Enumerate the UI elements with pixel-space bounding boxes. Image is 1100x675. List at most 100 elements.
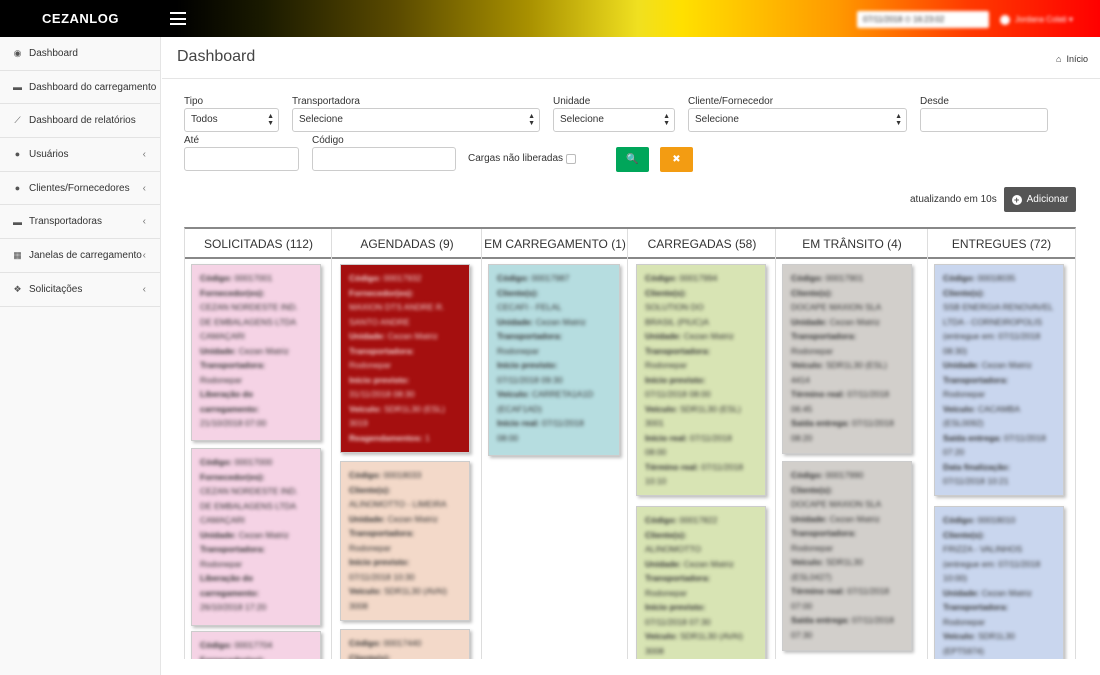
load-card[interactable]: Código: 00018033 Cliente(s): ALINOMOTTO - … [340,461,470,621]
sidebar-item-label: Solicitações [29,283,83,295]
card-field-value: ALINOMOTTO - LIMEIRA [349,499,447,509]
card-line: BRASIL (PIUC)A [645,315,757,330]
card-line: Cliente(s): [349,483,461,498]
unidade-select[interactable]: Selecione ▲ ▼ [553,108,675,132]
load-card[interactable]: Código: 00017901 Cliente(s): DOCAPE MAXION… [782,264,912,454]
card-field-value: Cezan Matriz [683,331,734,341]
codigo-input[interactable] [312,147,456,171]
card-field-value: 3019 [349,418,368,428]
brand-logo[interactable]: CEZANLOG [0,0,161,37]
clear-button[interactable]: ✖ [660,147,693,172]
card-field-label: Cliente(s): [943,529,985,540]
desde-input[interactable] [920,108,1048,132]
top-navbar: CEZANLOG 07/11/2018 ⏲ 16:23:02 Jordana C… [0,0,1100,37]
card-line: Veículo: SDR1L30 [791,555,903,570]
tipo-select[interactable]: Todos ▲ ▼ [184,108,279,132]
cliente-select[interactable]: Selecione ▲ ▼ [688,108,907,132]
sidebar-item-label: Dashboard de relatórios [29,115,136,127]
card-field-value: 07/11/2018 [847,586,890,596]
card-field-value: SDR1L30 (ESL) [825,360,887,370]
sidebar-item-6[interactable]: ▦ Janelas de carregamento ‹ [0,239,160,273]
card-field-value: 4414 [791,374,810,385]
card-line: Término real: 07/11/2018 [645,460,757,475]
card-field-value: 3008 [349,600,368,611]
card-line: Código: 00017987 [497,271,611,286]
card-field-label: Código: [943,515,976,525]
card-field-label: Transportadora: [791,331,857,341]
chevron-left-icon: ‹ [142,283,146,295]
sidebar-item-1[interactable]: ▬ Dashboard do carregamento [0,71,160,105]
card-line: Transportadora: [497,329,611,344]
column-header: EM TRÂNSITO (4) [776,229,928,259]
sidebar-item-2[interactable]: ⟋ Dashboard de relatórios [0,104,160,139]
card-field-label: carregamento: [200,403,260,414]
sidebar-item-5[interactable]: ▬ Transportadoras ‹ [0,205,160,240]
card-line: 31/11/2018 08:30 [349,387,461,402]
card-field-label: Unidade: [349,331,386,341]
ate-input[interactable] [184,147,299,171]
cargas-nao-liberadas-checkbox[interactable] [566,154,576,164]
user-menu[interactable]: Jordana Colati ▾ [1000,11,1073,28]
sidebar-item-4[interactable]: ● Clientes/Fornecedores ‹ [0,172,160,206]
load-card[interactable]: Código: 00017822 Cliente(s): ALINOMOTTO Uni… [636,506,766,659]
card-field-label: Fornecedor(es): [349,287,414,298]
card-field-label: Transportadora: [200,544,266,554]
card-field-value: (ESL0427) [791,571,832,582]
load-card[interactable]: Código: 00017000 Fornecedor(es): CEZAN NOR… [191,448,321,626]
card-field-value: Cezan Matriz [387,513,438,524]
load-card[interactable]: Código: 00017440 Cliente(s): [340,629,470,659]
load-card[interactable]: Código: 00017704 Fornecedor(es): [191,631,321,659]
card-line: 07/11/2018 09:30 [497,373,611,388]
card-line: Rodonepar [200,557,312,572]
card-field-label: Cliente(s): [349,484,391,495]
add-button[interactable]: + Adicionar [1004,187,1076,212]
card-field-value: CEZAN NORDESTE IND. [200,302,298,312]
transportadora-select[interactable]: Selecione ▲ ▼ [292,108,540,132]
card-line: (entregue em: 07/11/2018 [943,329,1055,344]
card-field-value: Rodonepar [943,389,986,399]
card-field-label: Saída entrega: [791,418,850,428]
sidebar-item-3[interactable]: ● Usuários ‹ [0,138,160,172]
hamburger-menu-icon[interactable] [170,12,186,25]
card-field-value: (entregue em: 07/11/2018 [943,558,1041,569]
card-line: Cliente(s): [645,528,757,543]
card-field-value: 07/11/2018 [541,418,584,428]
card-line: Cliente(s): [791,483,903,498]
desde-label: Desde [920,96,949,107]
transportadora-label: Transportadora [292,96,360,107]
sidebar: ◉ Dashboard ▬ Dashboard do carregamento ⟋ Das… [0,37,161,675]
card-field-value: 3001 [645,418,664,428]
card-field-value: Rodonepar [791,345,834,356]
load-card[interactable]: Código: 00018035 Cliente(s): SSB ENERGIA R… [934,264,1064,496]
load-card[interactable]: Código: 00017987 Cliente(s): CECAFI - FELA… [488,264,620,456]
sidebar-item-label: Usuários [29,148,69,160]
card-field-value: Rodonepar [349,360,392,370]
card-field-label: Início previsto: [645,602,706,612]
card-field-value: 07/11/2018 09:30 [497,374,563,385]
card-line: 26/10/2018 17:20 [200,600,312,615]
card-field-value: 08:00 [497,432,519,443]
load-card[interactable]: Código: 00018010 Cliente(s): FRIZZA - VALI… [934,506,1064,659]
card-field-value: SDR1L30 (ESL) [679,403,741,414]
cliente-value: Selecione [695,114,739,125]
card-field-value: 08:00 [645,447,667,457]
card-field-label: Início real: [497,418,540,428]
card-line: Unidade: Cezan Matriz [497,315,611,330]
users-icon: ● [14,183,21,194]
breadcrumb-home[interactable]: Início [1066,54,1088,64]
sidebar-item-0[interactable]: ◉ Dashboard [0,37,160,71]
card-line: CEZAN NORDESTE IND. [200,300,312,315]
column-header: EM CARREGAMENTO (1) [482,229,628,259]
load-card[interactable]: Código: 00017932 Fornecedor(es): MAXION DT… [340,264,470,453]
sidebar-item-7[interactable]: ❖ Solicitações ‹ [0,273,160,307]
load-card[interactable]: Código: 00017994 Cliente(s): SOLUTION DO BR… [636,264,766,496]
card-line: Unidade: Cezan Matriz [645,329,757,344]
card-line: Término real: 07/11/2018 [791,387,903,402]
kanban-board: SOLICITADAS (112) Código: 00017001 Fornece… [184,227,1076,659]
breadcrumb[interactable]: ⌂ Início [1056,54,1088,64]
close-icon: ✖ [672,154,681,165]
card-line: Código: 00017000 [200,455,312,470]
search-button[interactable]: 🔍 [616,147,649,172]
load-card[interactable]: Código: 00017990 Cliente(s): DOCAPE MAXION… [782,461,912,651]
load-card[interactable]: Código: 00017001 Fornecedor(es): CEZAN NOR… [191,264,321,441]
